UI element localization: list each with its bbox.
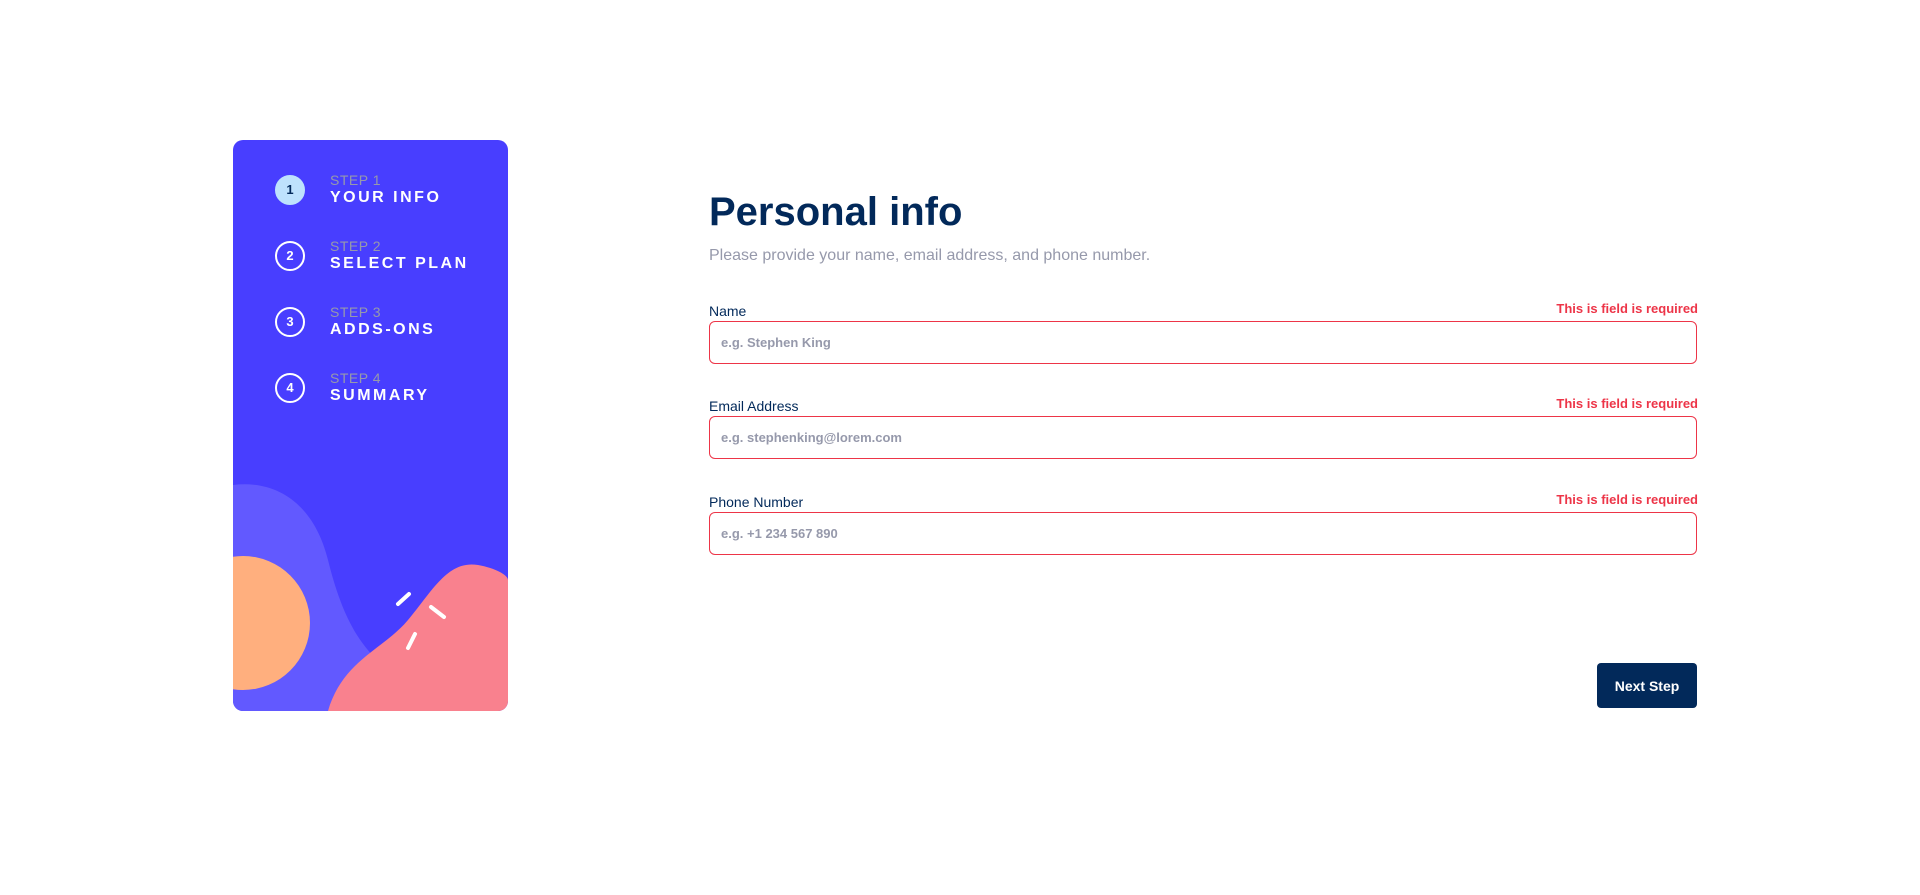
step-title: ADDS-ONS (330, 321, 436, 338)
name-error: This is field is required (1556, 301, 1698, 316)
step-text: STEP 1 YOUR INFO (330, 172, 441, 207)
step-title: SELECT PLAN (330, 255, 469, 272)
email-label: Email Address (709, 398, 799, 414)
sidebar-illustration (233, 484, 508, 711)
page-subtitle: Please provide your name, email address,… (709, 247, 1151, 264)
step-number-badge: 1 (275, 174, 305, 205)
step-1[interactable]: 1 STEP 1 YOUR INFO (275, 172, 441, 207)
email-input[interactable] (709, 416, 1697, 459)
step-number-badge: 2 (275, 240, 305, 271)
main-content: Personal info Please provide your name, … (709, 140, 1699, 711)
email-error: This is field is required (1556, 396, 1698, 411)
step-3[interactable]: 3 STEP 3 ADDS-ONS (275, 304, 435, 339)
phone-error: This is field is required (1556, 492, 1698, 507)
step-number-badge: 3 (275, 306, 305, 337)
phone-label: Phone Number (709, 494, 804, 510)
step-text: STEP 3 ADDS-ONS (330, 304, 435, 339)
step-label: STEP 1 (330, 172, 381, 188)
next-step-button[interactable]: Next Step (1597, 663, 1697, 708)
step-2[interactable]: 2 STEP 2 SELECT PLAN (275, 238, 469, 273)
step-label: STEP 2 (330, 238, 381, 254)
page-title: Personal info (709, 190, 963, 234)
phone-input[interactable] (709, 512, 1697, 555)
name-input[interactable] (709, 321, 1697, 364)
sidebar: 1 STEP 1 YOUR INFO 2 STEP 2 SELECT PLAN … (233, 140, 508, 711)
step-4[interactable]: 4 STEP 4 SUMMARY (275, 370, 430, 405)
step-title: SUMMARY (330, 387, 430, 404)
name-label: Name (709, 303, 747, 319)
step-number-badge: 4 (275, 372, 305, 403)
step-text: STEP 2 SELECT PLAN (330, 238, 469, 273)
step-title: YOUR INFO (330, 189, 442, 206)
step-text: STEP 4 SUMMARY (330, 370, 430, 405)
step-label: STEP 3 (330, 304, 381, 320)
form-card: 1 STEP 1 YOUR INFO 2 STEP 2 SELECT PLAN … (0, 0, 1920, 895)
step-label: STEP 4 (330, 370, 381, 386)
